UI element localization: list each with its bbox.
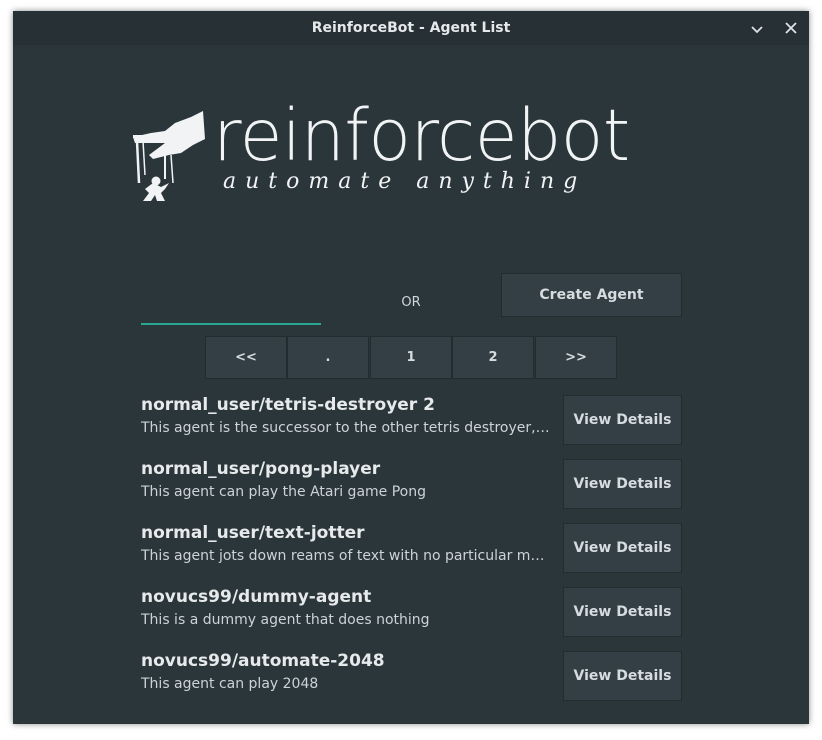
agent-list-item: novucs99/automate-2048 This agent can pl… [141,651,683,703]
agent-description: This agent jots down reams of text with … [141,548,551,564]
chevron-down-icon [751,26,763,34]
agent-description: This is a dummy agent that does nothing [141,612,430,628]
close-button[interactable] [780,17,802,39]
create-agent-button[interactable]: Create Agent [501,273,682,317]
view-details-button[interactable]: View Details [563,651,682,701]
agent-description: This agent can play 2048 [141,676,319,692]
agent-list-item: normal_user/tetris-destroyer 2 This agen… [141,395,683,447]
puppet-hand-icon [133,111,205,201]
agent-description: This agent can play the Atari game Pong [141,484,426,500]
page-1-button[interactable]: 1 [370,336,452,379]
last-page-button[interactable]: >> [535,336,617,379]
first-page-button[interactable]: << [205,336,287,379]
agent-name: normal_user/pong-player [141,459,381,479]
logo-tagline: automate anything [223,169,587,194]
view-details-button[interactable]: View Details [563,523,682,573]
view-details-button[interactable]: View Details [563,459,682,509]
main-content: reinforcebot automate anything OR Create… [13,45,809,724]
view-details-button[interactable]: View Details [563,395,682,445]
page-2-button[interactable]: 2 [452,336,534,379]
agent-name: novucs99/dummy-agent [141,587,372,607]
search-input[interactable] [141,287,321,325]
view-details-button[interactable]: View Details [563,587,682,637]
reinforcebot-logo: reinforcebot automate anything [131,94,691,205]
agent-list-item: normal_user/pong-player This agent can p… [141,459,683,511]
agent-list-item: normal_user/text-jotter This agent jots … [141,523,683,575]
logo-wordmark: reinforcebot [213,94,630,177]
agent-description: This agent is the successor to the other… [141,420,551,436]
app-window: ReinforceBot - Agent List reinforcebot a… [13,11,809,724]
agent-name: normal_user/tetris-destroyer 2 [141,395,435,415]
title-bar[interactable]: ReinforceBot - Agent List [13,11,809,45]
page-ellipsis-button[interactable]: . [287,336,369,379]
close-icon [785,22,797,34]
or-label: OR [401,295,421,310]
agent-name: normal_user/text-jotter [141,523,365,543]
pagination: << . 1 2 >> [205,336,618,379]
agent-list-item: novucs99/dummy-agent This is a dummy age… [141,587,683,639]
agent-name: novucs99/automate-2048 [141,651,385,671]
minimize-button[interactable] [746,17,768,39]
window-title: ReinforceBot - Agent List [311,20,511,36]
